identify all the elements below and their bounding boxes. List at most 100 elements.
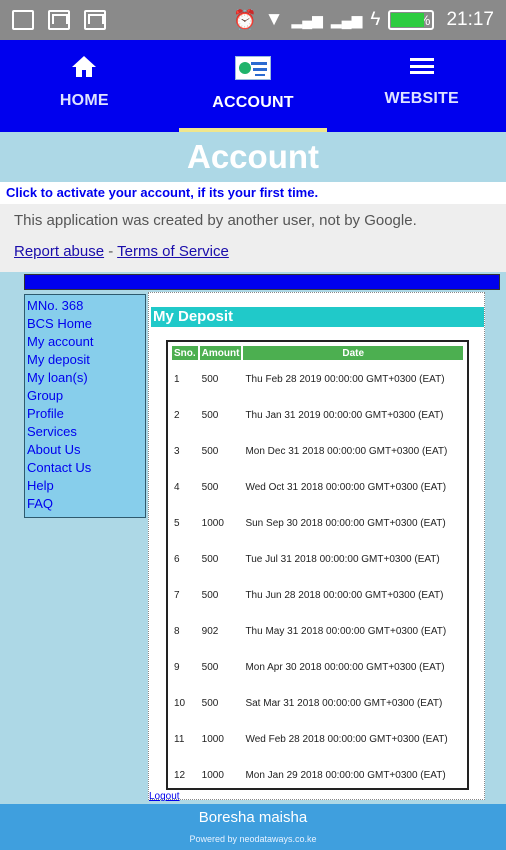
cell-sno: 8 xyxy=(174,625,180,637)
table-row: 12 1000 Mon Jan 29 2018 00:00:00 GMT+0300 … xyxy=(172,758,463,792)
nav-website-label: WEBSITE xyxy=(384,90,459,107)
mail-icon xyxy=(84,10,106,30)
table-row: 7 500 Thu Jun 28 2018 00:00:00 GMT+0300 (E… xyxy=(172,578,463,612)
cell-date: Wed Oct 31 2018 00:00:00 GMT+0300 (EAT) xyxy=(245,481,447,493)
cell-amount: 500 xyxy=(201,553,219,565)
cell-date: Sat Mar 31 2018 00:00:00 GMT+0300 (EAT) xyxy=(245,697,443,709)
sidebar-item-faq[interactable]: FAQ xyxy=(27,495,143,513)
table-row: 2 500 Thu Jan 31 2019 00:00:00 GMT+0300 (E… xyxy=(172,398,463,432)
terms-link[interactable]: Terms of Service xyxy=(117,243,229,260)
cell-amount: 1000 xyxy=(201,517,224,529)
deposit-title: My Deposit xyxy=(151,307,484,327)
nav-website[interactable]: WEBSITE xyxy=(337,40,506,132)
cell-date: Thu Jan 31 2019 00:00:00 GMT+0300 (EAT) xyxy=(245,409,444,421)
cell-amount: 500 xyxy=(201,589,219,601)
top-nav: HOME ACCOUNT WEBSITE xyxy=(0,40,506,132)
alarm-icon: ⏰ xyxy=(232,10,257,31)
mail-icon xyxy=(48,10,70,30)
system-icons: ⏰ ▼ ▂▄▆ ▂▄▆ ϟ 77% 21:17 xyxy=(233,8,494,32)
cell-amount: 500 xyxy=(201,481,219,493)
sidebar-item-contact-us[interactable]: Contact Us xyxy=(27,459,143,477)
header-amount: Amount xyxy=(199,346,242,360)
cell-sno: 6 xyxy=(174,553,180,565)
deposit-table-frame: Sno. Amount Date 1 500 Thu Feb 28 2019 00:… xyxy=(166,340,469,790)
blue-divider-bar xyxy=(24,274,500,290)
table-row: 1 500 Thu Feb 28 2019 00:00:00 GMT+0300 (E… xyxy=(172,362,463,396)
sidebar-item-profile[interactable]: Profile xyxy=(27,405,143,423)
logout-link[interactable]: Logout xyxy=(149,791,180,802)
sidebar-item-group[interactable]: Group xyxy=(27,387,143,405)
cell-date: Mon Dec 31 2018 00:00:00 GMT+0300 (EAT) xyxy=(245,445,448,457)
google-notice: This application was created by another … xyxy=(0,204,506,272)
nav-home[interactable]: HOME xyxy=(0,40,169,132)
table-row: 8 902 Thu May 31 2018 00:00:00 GMT+0300 (E… xyxy=(172,614,463,648)
table-row: 11 1000 Wed Feb 28 2018 00:00:00 GMT+0300 … xyxy=(172,722,463,756)
table-row: 5 1000 Sun Sep 30 2018 00:00:00 GMT+0300 (… xyxy=(172,506,463,540)
cell-sno: 1 xyxy=(174,373,180,385)
header-date: Date xyxy=(243,346,463,360)
deposit-panel: My Deposit Sno. Amount Date 1 500 Thu Feb … xyxy=(148,292,485,800)
cell-date: Mon Jan 29 2018 00:00:00 GMT+0300 (EAT) xyxy=(245,769,446,781)
table-row: 10 500 Sat Mar 31 2018 00:00:00 GMT+0300 (… xyxy=(172,686,463,720)
table-header-row: Sno. Amount Date xyxy=(172,346,463,360)
gallery-icon xyxy=(12,10,34,30)
cell-sno: 4 xyxy=(174,481,180,493)
footer-app-name: Boresha maisha xyxy=(198,809,308,826)
sidebar-item-my-deposit[interactable]: My deposit xyxy=(27,351,143,369)
cell-amount: 902 xyxy=(201,625,219,637)
report-abuse-link[interactable]: Report abuse xyxy=(14,243,104,260)
sidebar-item-help[interactable]: Help xyxy=(27,477,143,495)
sidebar: MNo. 368 BCS Home My account My deposit … xyxy=(24,294,146,518)
cell-sno: 5 xyxy=(174,517,180,529)
cell-sno: 7 xyxy=(174,589,180,601)
deposit-table: Sno. Amount Date 1 500 Thu Feb 28 2019 00:… xyxy=(170,344,465,794)
activate-account-link[interactable]: Click to activate your account, if its y… xyxy=(0,182,506,204)
wifi-icon: ▼ xyxy=(264,9,284,30)
cell-sno: 3 xyxy=(174,445,180,457)
link-separator: - xyxy=(108,243,114,260)
cell-date: Sun Sep 30 2018 00:00:00 GMT+0300 (EAT) xyxy=(245,517,446,529)
signal-icon: ▂▄▆ xyxy=(291,11,323,28)
table-row: 4 500 Wed Oct 31 2018 00:00:00 GMT+0300 (E… xyxy=(172,470,463,504)
nav-account[interactable]: ACCOUNT xyxy=(169,40,338,132)
cell-amount: 1000 xyxy=(201,733,224,745)
cell-date: Tue Jul 31 2018 00:00:00 GMT+0300 (EAT) xyxy=(245,553,440,565)
sidebar-item-my-loans[interactable]: My loan(s) xyxy=(27,369,143,387)
cell-date: Mon Apr 30 2018 00:00:00 GMT+0300 (EAT) xyxy=(245,661,445,673)
list-icon xyxy=(409,56,434,76)
cell-sno: 9 xyxy=(174,661,180,673)
cell-amount: 500 xyxy=(201,697,219,709)
notification-icons xyxy=(12,10,106,30)
cell-sno: 2 xyxy=(174,409,180,421)
status-bar: ⏰ ▼ ▂▄▆ ▂▄▆ ϟ 77% 21:17 xyxy=(0,0,506,40)
sidebar-item-my-account[interactable]: My account xyxy=(27,333,143,351)
charging-icon: ϟ xyxy=(370,9,381,30)
table-row: 3 500 Mon Dec 31 2018 00:00:00 GMT+0300 (E… xyxy=(172,434,463,468)
cell-amount: 1000 xyxy=(201,769,224,781)
nav-account-label: ACCOUNT xyxy=(212,94,294,111)
logo-icon xyxy=(235,56,271,80)
footer: Boresha maisha Powered by neodataways.co… xyxy=(0,804,506,850)
home-icon xyxy=(72,56,97,78)
cell-date: Wed Feb 28 2018 00:00:00 GMT+0300 (EAT) xyxy=(245,733,448,745)
cell-sno: 11 xyxy=(174,733,185,745)
table-row: 9 500 Mon Apr 30 2018 00:00:00 GMT+0300 (E… xyxy=(172,650,463,684)
battery-level xyxy=(391,13,424,27)
sidebar-item-about-us[interactable]: About Us xyxy=(27,441,143,459)
clock: 21:17 xyxy=(446,9,494,30)
table-row: 6 500 Tue Jul 31 2018 00:00:00 GMT+0300 (E… xyxy=(172,542,463,576)
cell-amount: 500 xyxy=(201,373,219,385)
cell-date: Thu Feb 28 2019 00:00:00 GMT+0300 (EAT) xyxy=(245,373,445,385)
cell-date: Thu Jun 28 2018 00:00:00 GMT+0300 (EAT) xyxy=(245,589,444,601)
sidebar-item-bcs-home[interactable]: BCS Home xyxy=(27,315,143,333)
footer-powered-by: Powered by neodataways.co.ke xyxy=(189,834,317,844)
sidebar-item-services[interactable]: Services xyxy=(27,423,143,441)
cell-amount: 500 xyxy=(201,409,219,421)
cell-amount: 500 xyxy=(201,445,219,457)
cell-sno: 10 xyxy=(174,697,186,709)
member-number: MNo. 368 xyxy=(27,298,84,313)
signal-icon: ▂▄▆ xyxy=(330,11,363,28)
notice-text: This application was created by another … xyxy=(14,212,417,229)
header-sno: Sno. xyxy=(172,346,198,360)
cell-sno: 12 xyxy=(174,769,186,781)
